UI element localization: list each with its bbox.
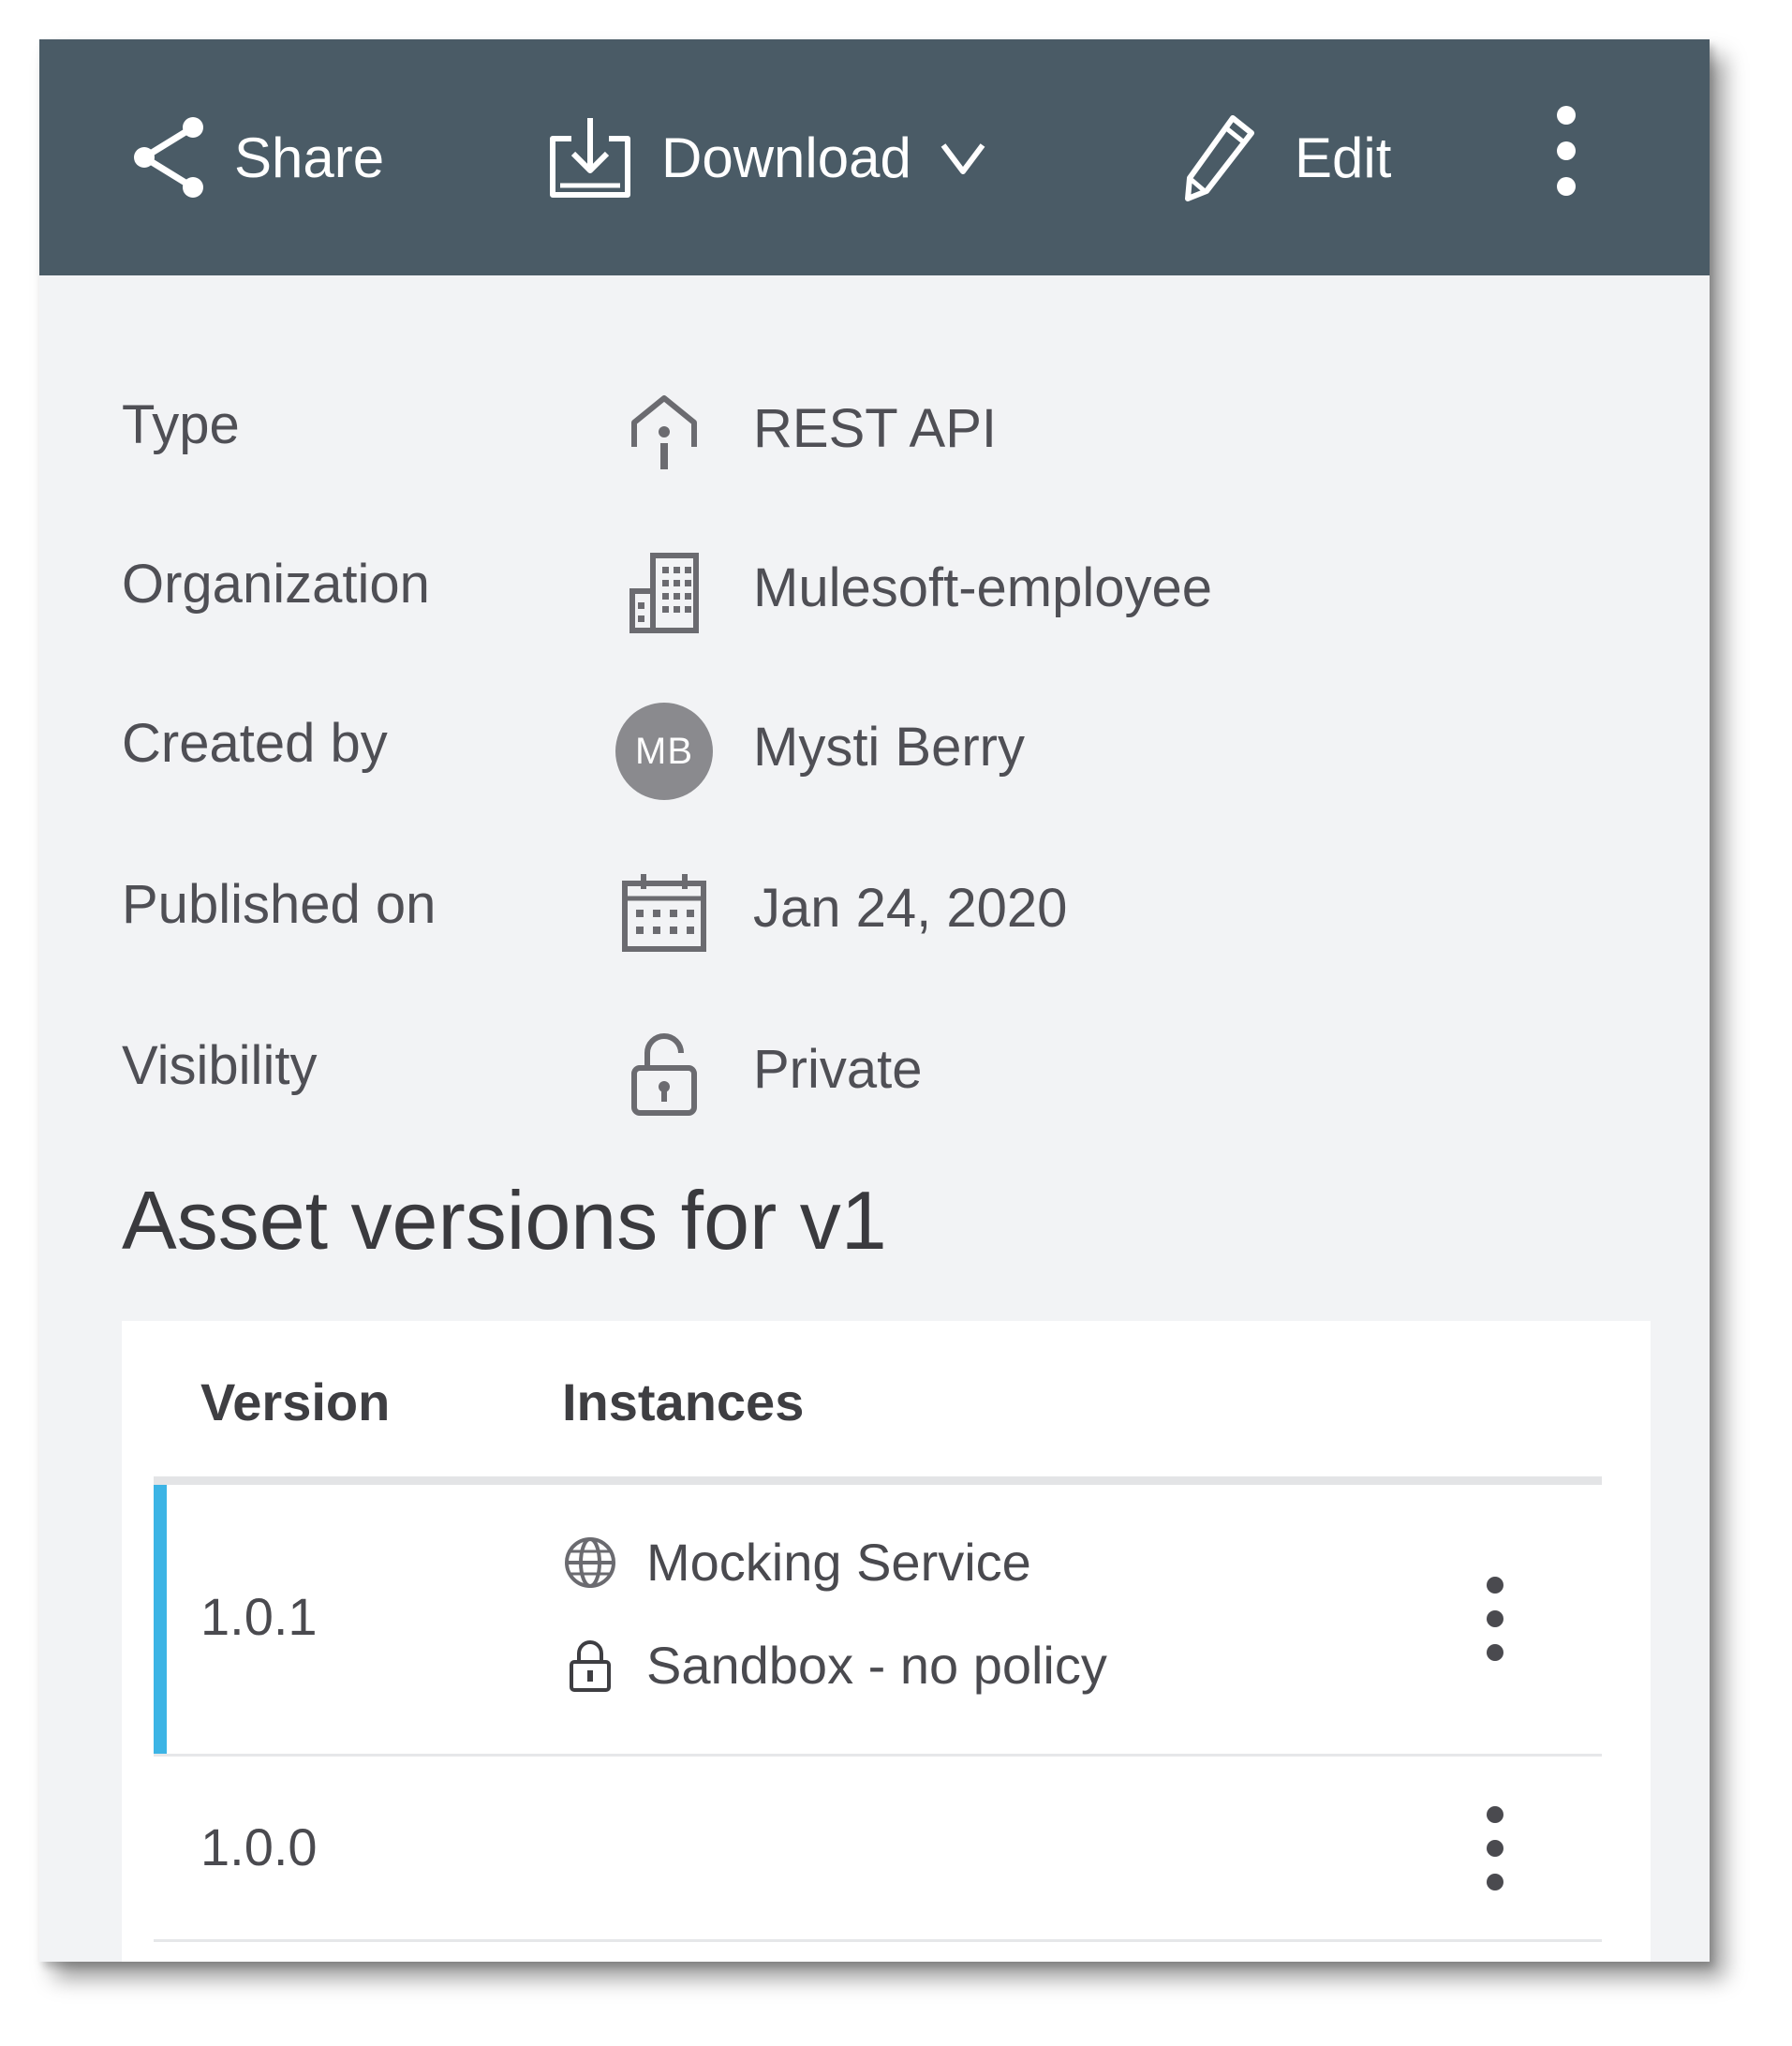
detail-row-published-on: Published on Jan 24, 2020 — [39, 856, 1710, 969]
share-button[interactable]: Share — [127, 39, 384, 275]
lock-icon — [562, 1638, 618, 1694]
avatar[interactable]: MB — [615, 703, 713, 800]
lock-icon — [613, 1017, 716, 1130]
instance-label: Sandbox - no policy — [646, 1636, 1107, 1695]
table-row-selected[interactable]: 1.0.1 Mocking Service Sandbox - no polic… — [154, 1485, 1602, 1757]
row-divider — [154, 1939, 1602, 1942]
detail-row-created-by: Created by MB Mysti Berry — [39, 695, 1710, 808]
download-button[interactable]: Download — [543, 39, 988, 275]
row-divider — [154, 1754, 1602, 1757]
avatar-container: MB — [613, 695, 716, 808]
detail-label: Type — [122, 394, 240, 455]
versions-table: Version Instances 1.0.1 Mocking Service — [122, 1321, 1651, 1962]
vertical-ellipsis-icon — [1552, 104, 1580, 211]
vertical-ellipsis-icon — [1484, 1574, 1506, 1668]
detail-label: Organization — [122, 554, 430, 615]
building-icon — [613, 536, 716, 648]
instance-item[interactable]: Mocking Service — [562, 1532, 1031, 1593]
version-cell: 1.0.1 — [200, 1587, 318, 1646]
pencil-icon — [1178, 111, 1259, 204]
detail-row-type: Type REST API — [39, 377, 1710, 489]
column-header-version: Version — [200, 1372, 391, 1431]
edit-label: Edit — [1295, 126, 1392, 189]
calendar-icon — [613, 856, 716, 969]
download-icon — [543, 111, 637, 204]
section-title: Asset versions for v1 — [122, 1174, 887, 1267]
version-cell: 1.0.0 — [200, 1817, 318, 1876]
detail-label: Published on — [122, 874, 437, 935]
detail-value: Jan 24, 2020 — [753, 878, 1068, 939]
detail-value: Mysti Berry — [753, 717, 1025, 778]
column-header-instances: Instances — [562, 1372, 805, 1431]
selected-row-indicator — [154, 1485, 167, 1757]
asset-detail-panel: Share Download Edit Type REST API Organi… — [39, 39, 1710, 1962]
row-more-options-button[interactable] — [1467, 1574, 1523, 1668]
instance-label: Mocking Service — [646, 1533, 1031, 1592]
instance-item[interactable]: Sandbox - no policy — [562, 1635, 1107, 1696]
detail-value: REST API — [753, 398, 998, 459]
api-icon — [613, 377, 716, 489]
chevron-down-icon — [938, 132, 988, 183]
detail-label: Visibility — [122, 1035, 318, 1096]
detail-value: Private — [753, 1039, 923, 1100]
toolbar: Share Download Edit — [39, 39, 1710, 275]
globe-icon — [562, 1534, 618, 1591]
row-more-options-button[interactable] — [1467, 1803, 1523, 1897]
detail-row-organization: Organization Mulesoft-employee — [39, 536, 1710, 648]
detail-label: Created by — [122, 713, 388, 774]
header-divider — [154, 1476, 1602, 1485]
detail-row-visibility: Visibility Private — [39, 1017, 1710, 1130]
download-label: Download — [661, 126, 911, 189]
share-label: Share — [234, 126, 385, 189]
edit-button[interactable]: Edit — [1178, 39, 1391, 275]
table-row[interactable]: 1.0.0 — [154, 1758, 1602, 1942]
vertical-ellipsis-icon — [1484, 1803, 1506, 1898]
share-icon — [127, 111, 212, 204]
detail-value: Mulesoft-employee — [753, 557, 1212, 618]
more-options-button[interactable] — [1538, 39, 1594, 275]
